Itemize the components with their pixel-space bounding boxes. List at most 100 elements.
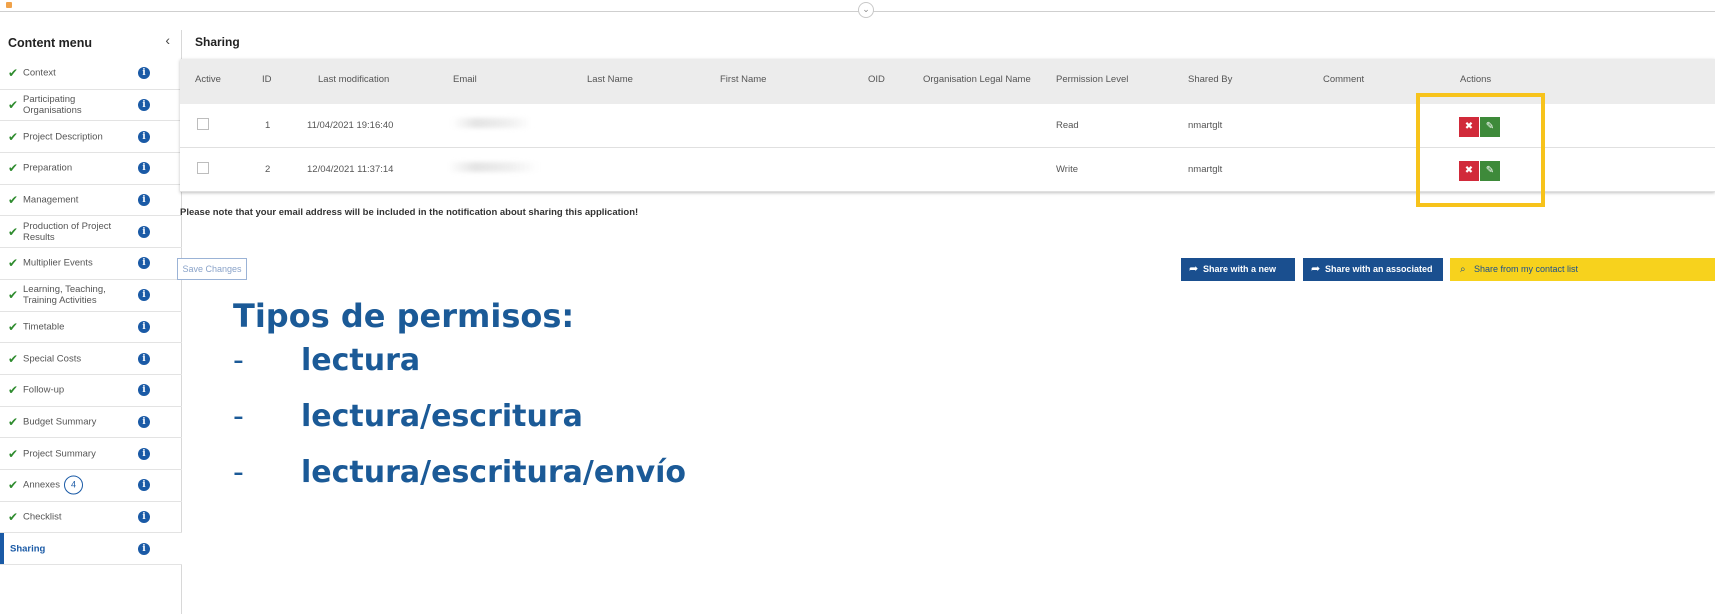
redacted-email — [452, 118, 532, 128]
row-permission-level: Write — [1056, 164, 1078, 175]
page-title: Sharing — [195, 35, 240, 49]
info-icon[interactable]: i — [138, 415, 150, 428]
overlay-title: Tipos de permisos: — [233, 297, 575, 335]
col-header-id[interactable]: ID — [262, 74, 272, 85]
col-header-comment[interactable]: Comment — [1323, 74, 1364, 85]
info-icon[interactable]: i — [138, 225, 150, 238]
check-icon: ✔ — [8, 66, 19, 81]
info-icon[interactable]: i — [138, 384, 150, 397]
share-associated-person-label: Share with an associated person — [1325, 264, 1433, 297]
sidebar-item-label: Context — [23, 67, 56, 79]
search-icon: ⌕ — [1460, 264, 1466, 275]
sidebar-item-budget-summary[interactable]: ✔ Budget Summary i — [0, 407, 182, 439]
share-new-person-button[interactable]: ➦ Share with a new person — [1181, 258, 1295, 297]
sidebar-item-label: Production of Project Results — [23, 220, 112, 243]
sidebar-item-label: Project Description — [23, 131, 103, 143]
corner-marker — [6, 2, 12, 8]
share-contact-list-label: Share from my contact list — [1474, 264, 1579, 274]
share-arrow-icon: ➦ — [1189, 263, 1199, 275]
bullet-text: lectura/escritura — [301, 399, 583, 434]
expand-handle[interactable]: ⌄ — [858, 2, 874, 18]
sidebar-header: Content menu ‹ — [8, 30, 178, 54]
sidebar-item-label: Timetable — [23, 321, 65, 333]
col-header-actions: Actions — [1460, 74, 1492, 85]
info-icon[interactable]: i — [138, 510, 150, 523]
content-sidebar: Content menu ‹ ✔ Context i ✔ Participati… — [0, 30, 182, 614]
bullet-dash: - — [233, 343, 244, 378]
info-icon[interactable]: i — [138, 162, 150, 175]
sidebar-item-production-of-project-results[interactable]: ✔ Production of Project Results i — [0, 216, 182, 249]
check-icon: ✔ — [8, 224, 19, 239]
sidebar-item-label: Participating Organisations — [23, 94, 82, 117]
sidebar-item-follow-up[interactable]: ✔ Follow-up i — [0, 375, 182, 407]
info-icon[interactable]: i — [138, 289, 150, 302]
sidebar-item-project-summary[interactable]: ✔ Project Summary i — [0, 438, 182, 470]
sidebar-item-sharing[interactable]: Sharing i — [0, 533, 182, 565]
active-checkbox[interactable] — [197, 118, 209, 130]
sidebar-title: Content menu — [8, 36, 93, 50]
bullet-dash: - — [233, 399, 244, 434]
sidebar-item-management[interactable]: ✔ Management i — [0, 185, 182, 217]
col-header-shared-by[interactable]: Shared By — [1188, 74, 1232, 85]
annexes-label: Annexes — [23, 479, 60, 491]
check-icon: ✔ — [8, 446, 19, 461]
info-icon[interactable]: i — [138, 194, 150, 207]
sidebar-item-label: Checklist — [23, 511, 62, 523]
share-from-contact-list-button[interactable]: ⌕ Share from my contact list — [1450, 258, 1715, 281]
sidebar-item-learning-teaching-training[interactable]: ✔ Learning, Teaching, Training Activitie… — [0, 280, 182, 312]
sidebar-item-label: Annexes 4 — [23, 475, 133, 495]
sidebar-item-label: Management — [23, 194, 79, 206]
check-icon: ✔ — [8, 256, 19, 271]
info-icon[interactable]: i — [138, 479, 150, 492]
info-icon[interactable]: i — [138, 542, 150, 555]
sidebar-item-context[interactable]: ✔ Context i — [0, 58, 182, 90]
col-header-oid[interactable]: OID — [868, 74, 885, 85]
bullet-text: lectura — [301, 343, 421, 378]
col-header-permission-level[interactable]: Permission Level — [1056, 74, 1128, 85]
row-last-modification: 12/04/2021 11:37:14 — [307, 164, 394, 175]
check-icon: ✔ — [8, 319, 19, 334]
actions-highlight-box — [1416, 93, 1545, 207]
sidebar-item-label: Sharing — [10, 543, 46, 555]
sidebar-item-checklist[interactable]: ✔ Checklist i — [0, 502, 182, 534]
save-changes-button[interactable]: Save Changes — [177, 258, 247, 280]
sidebar-item-label: Follow-up — [23, 384, 65, 396]
sidebar-item-special-costs[interactable]: ✔ Special Costs i — [0, 343, 182, 375]
sidebar-item-participating-organisations[interactable]: ✔ Participating Organisations i — [0, 90, 182, 122]
info-icon[interactable]: i — [138, 257, 150, 270]
info-icon[interactable]: i — [138, 67, 150, 80]
row-id: 1 — [265, 120, 271, 131]
info-icon[interactable]: i — [138, 99, 150, 112]
info-icon[interactable]: i — [138, 320, 150, 333]
col-header-active[interactable]: Active — [195, 74, 221, 85]
info-icon[interactable]: i — [138, 352, 150, 365]
row-shared-by: nmartglt — [1188, 120, 1223, 131]
active-checkbox[interactable] — [197, 162, 209, 174]
check-icon: ✔ — [8, 129, 19, 144]
sharing-notice: Please note that your email address will… — [180, 207, 639, 218]
collapse-chevron-icon[interactable]: ‹ — [165, 32, 170, 48]
sidebar-item-label: Budget Summary — [23, 416, 97, 428]
col-header-organisation-legal-name[interactable]: Organisation Legal Name — [923, 74, 1031, 85]
sidebar-item-label: Project Summary — [23, 448, 96, 460]
check-icon: ✔ — [8, 478, 19, 493]
col-header-last-modification[interactable]: Last modification — [318, 74, 389, 85]
bullet-dash: - — [233, 455, 244, 490]
col-header-last-name[interactable]: Last Name — [587, 74, 633, 85]
col-header-first-name[interactable]: First Name — [720, 74, 766, 85]
info-icon[interactable]: i — [138, 130, 150, 143]
sidebar-item-timetable[interactable]: ✔ Timetable i — [0, 312, 182, 344]
sidebar-item-label: Learning, Teaching, Training Activities — [23, 284, 106, 307]
info-icon[interactable]: i — [138, 447, 150, 460]
check-icon: ✔ — [8, 509, 19, 524]
col-header-email[interactable]: Email — [453, 74, 477, 85]
check-icon: ✔ — [8, 98, 19, 113]
share-associated-person-button[interactable]: ➦ Share with an associated person — [1303, 258, 1443, 297]
sidebar-item-annexes[interactable]: ✔ Annexes 4 i — [0, 470, 182, 502]
sidebar-item-project-description[interactable]: ✔ Project Description i — [0, 121, 182, 154]
sidebar-item-multiplier-events[interactable]: ✔ Multiplier Events i — [0, 248, 182, 280]
sidebar-item-label: Multiplier Events — [23, 257, 93, 269]
sidebar-item-preparation[interactable]: ✔ Preparation i — [0, 153, 182, 185]
redacted-email — [448, 162, 538, 172]
row-shared-by: nmartglt — [1188, 164, 1223, 175]
